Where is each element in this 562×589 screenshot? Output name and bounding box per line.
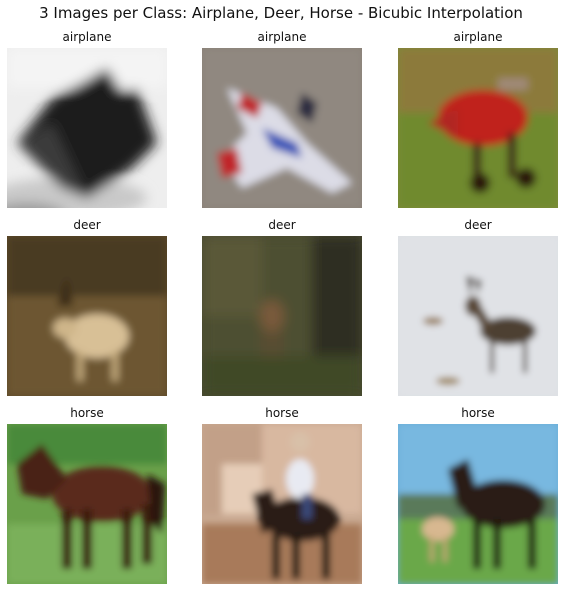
thumbnail-image (398, 48, 558, 208)
class-label: deer (464, 218, 492, 232)
figure-title: 3 Images per Class: Airplane, Deer, Hors… (39, 4, 523, 22)
class-label: airplane (62, 30, 112, 44)
thumbnail-image (398, 424, 558, 584)
class-label: deer (268, 218, 296, 232)
thumbnail-image (202, 236, 362, 396)
class-label: horse (70, 406, 104, 420)
class-label: airplane (257, 30, 307, 44)
class-label: horse (461, 406, 495, 420)
thumbnail-image (398, 236, 558, 396)
thumbnail-image (7, 236, 167, 396)
thumbnail-image (202, 424, 362, 584)
class-label: deer (73, 218, 101, 232)
class-label: horse (265, 406, 299, 420)
thumbnail-image (202, 48, 362, 208)
thumbnail-image (7, 424, 167, 584)
class-label: airplane (453, 30, 503, 44)
thumbnail-image (7, 48, 167, 208)
